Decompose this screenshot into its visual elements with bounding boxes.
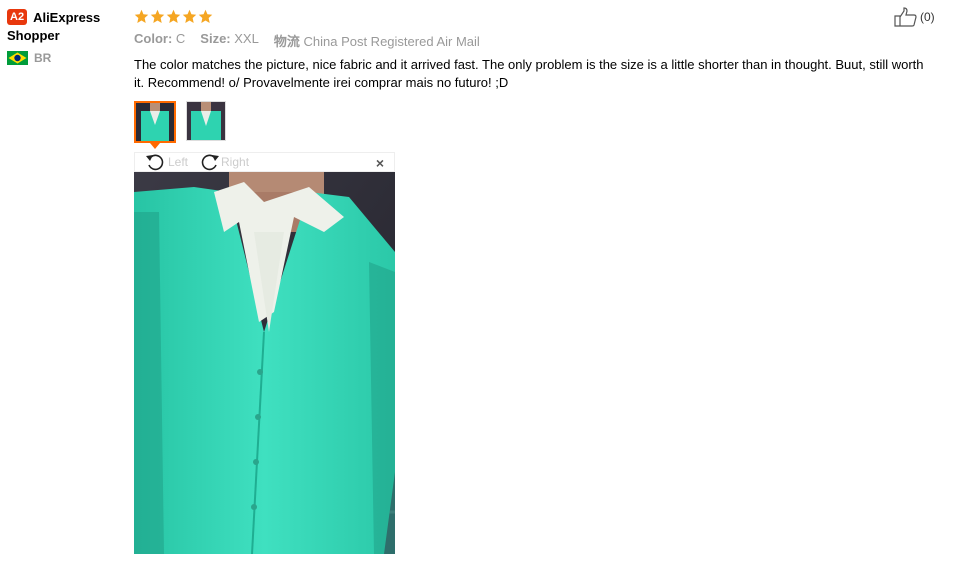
star-icon (166, 9, 181, 23)
review-thumbnails (134, 101, 226, 143)
helpful-count: (0) (920, 10, 935, 24)
order-specs: Color: C Size: XXL 物流 China Post Registe… (134, 31, 495, 50)
brazil-flag-icon (7, 51, 28, 65)
rotate-right-icon (201, 154, 220, 171)
thumbs-up-icon (894, 7, 917, 27)
image-viewer-toolbar: Left Right × (134, 152, 395, 172)
reviewer-name: AliExpress (33, 9, 101, 25)
reviewer-name-line2: Shopper (7, 28, 60, 43)
star-rating (134, 9, 213, 24)
rotate-left-button[interactable]: Left (145, 153, 188, 171)
star-icon (198, 9, 213, 23)
level-badge: A2 (7, 9, 28, 25)
review-photo-large (134, 172, 395, 554)
review-thumbnail-1[interactable] (134, 101, 176, 143)
review-thumbnail-2[interactable] (186, 101, 226, 141)
reviewer-info: A2 AliExpress Shopper BR (7, 9, 127, 65)
review-text: The color matches the picture, nice fabr… (134, 57, 924, 90)
helpful-button[interactable]: (0) (894, 7, 935, 27)
selected-indicator (150, 143, 160, 149)
rotate-right-button[interactable]: Right (198, 153, 249, 171)
country-code: BR (34, 51, 52, 65)
reviewer-country: BR (7, 51, 127, 65)
spec-color: Color: C (134, 31, 186, 46)
star-icon (150, 9, 165, 23)
spec-size: Size: XXL (200, 31, 259, 46)
close-viewer-button[interactable]: × (376, 155, 384, 171)
spec-shipping: 物流 China Post Registered Air Mail (273, 34, 480, 49)
rotate-left-icon (146, 154, 164, 171)
star-icon (182, 9, 197, 23)
star-icon (134, 9, 149, 23)
